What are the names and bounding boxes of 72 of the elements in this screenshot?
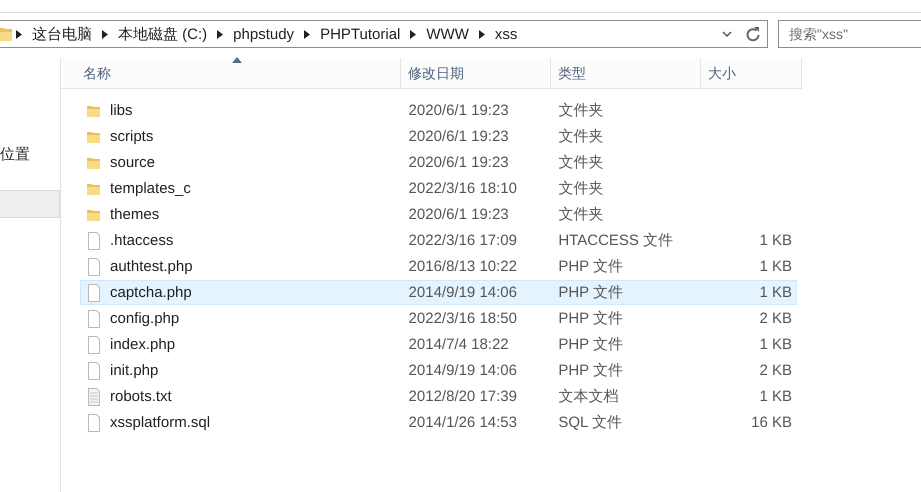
file-type: SQL 文件 — [558, 414, 622, 431]
modified-date: 2012/8/20 17:39 — [408, 388, 517, 405]
modified-date: 2014/7/4 18:22 — [408, 336, 509, 353]
modified-date: 2020/6/1 19:23 — [408, 102, 509, 119]
file-name: captcha.php — [110, 284, 192, 301]
file-size: 2 KB — [759, 362, 792, 379]
breadcrumb[interactable]: WWW — [420, 26, 475, 42]
file-size: 1 KB — [759, 336, 792, 353]
file-type: HTACCESS 文件 — [558, 232, 674, 249]
file-type: 文件夹 — [558, 128, 604, 145]
modified-date: 2014/9/19 14:06 — [408, 284, 517, 301]
file-row[interactable]: robots.txt 2012/8/20 17:39 文本文档 1 KB — [80, 384, 797, 409]
file-row[interactable]: index.php 2014/7/4 18:22 PHP 文件 1 KB — [80, 332, 797, 357]
file-row[interactable]: templates_c 2022/3/16 18:10 文件夹 — [80, 176, 797, 201]
file-size: 16 KB — [751, 414, 792, 431]
breadcrumb[interactable]: 这台电脑 — [26, 24, 98, 44]
modified-date: 2020/6/1 19:23 — [408, 154, 509, 171]
file-name: .htaccess — [110, 232, 174, 249]
file-type: 文件夹 — [558, 206, 604, 223]
file-name: source — [110, 154, 156, 171]
file-size: 1 KB — [759, 388, 792, 405]
file-size: 1 KB — [759, 232, 792, 249]
file-type: PHP 文件 — [558, 310, 624, 327]
file-row[interactable]: authtest.php 2016/8/13 10:22 PHP 文件 1 KB — [80, 254, 797, 279]
breadcrumb[interactable]: PHPTutorial — [314, 26, 406, 42]
file-row[interactable]: libs 2020/6/1 19:23 文件夹 — [80, 98, 797, 123]
file-size: 1 KB — [759, 284, 792, 301]
column-header[interactable]: 修改日期 — [401, 58, 551, 88]
file-type: PHP 文件 — [558, 336, 624, 353]
modified-date: 2014/1/26 14:53 — [408, 414, 517, 431]
file-row[interactable]: .htaccess 2022/3/16 17:09 HTACCESS 文件 1 KB — [80, 228, 797, 253]
breadcrumb[interactable]: xss — [488, 26, 524, 42]
modified-date: 2020/6/1 19:23 — [408, 206, 509, 223]
breadcrumb[interactable]: 本地磁盘 (C:) — [112, 24, 214, 44]
file-name: robots.txt — [110, 388, 172, 405]
file-name: index.php — [110, 336, 176, 353]
file-row[interactable]: xssplatform.sql 2014/1/26 14:53 SQL 文件 16 KB — [80, 410, 797, 435]
file-type: 文件夹 — [558, 154, 604, 171]
file-name: scripts — [110, 128, 154, 145]
address-bar[interactable]: 这台电脑 本地磁盘 (C:) phpstudy PHPTutorial WWW xss — [0, 20, 768, 48]
file-row[interactable]: init.php 2014/9/19 14:06 PHP 文件 2 KB — [80, 358, 797, 383]
file-name: authtest.php — [110, 258, 193, 275]
modified-date: 2022/3/16 18:50 — [408, 310, 517, 327]
modified-date: 2020/6/1 19:23 — [408, 128, 509, 145]
modified-date: 2016/8/13 10:22 — [408, 258, 517, 275]
sidebar-item[interactable]: 位置 — [0, 142, 60, 168]
column-header[interactable]: 大小 — [701, 58, 802, 88]
modified-date: 2022/3/16 17:09 — [408, 232, 517, 249]
file-type: PHP 文件 — [558, 258, 624, 275]
file-name: libs — [110, 102, 133, 119]
file-name: xssplatform.sql — [110, 414, 210, 431]
file-size: 2 KB — [759, 310, 792, 327]
file-name: templates_c — [110, 180, 191, 197]
file-size: 1 KB — [759, 258, 792, 275]
breadcrumb[interactable]: phpstudy — [227, 26, 300, 42]
modified-date: 2022/3/16 18:10 — [408, 180, 517, 197]
column-header[interactable]: 类型 — [551, 58, 701, 88]
file-type: 文本文档 — [558, 388, 618, 405]
file-type: 文件夹 — [558, 102, 604, 119]
file-type: PHP 文件 — [558, 284, 624, 301]
file-row[interactable]: config.php 2022/3/16 18:50 PHP 文件 2 KB — [80, 306, 797, 331]
file-row[interactable]: themes 2020/6/1 19:23 文件夹 — [80, 202, 797, 227]
file-row[interactable]: captcha.php 2014/9/19 14:06 PHP 文件 1 KB — [80, 280, 797, 305]
file-row[interactable]: scripts 2020/6/1 19:23 文件夹 — [80, 124, 797, 149]
search-field[interactable]: 搜索"xss" — [778, 20, 921, 48]
file-name: config.php — [110, 310, 180, 327]
file-name: init.php — [110, 362, 158, 379]
file-name: themes — [110, 206, 160, 223]
file-type: 文件夹 — [558, 180, 604, 197]
file-type: PHP 文件 — [558, 362, 624, 379]
file-row[interactable]: source 2020/6/1 19:23 文件夹 — [80, 150, 797, 175]
modified-date: 2014/9/19 14:06 — [408, 362, 517, 379]
